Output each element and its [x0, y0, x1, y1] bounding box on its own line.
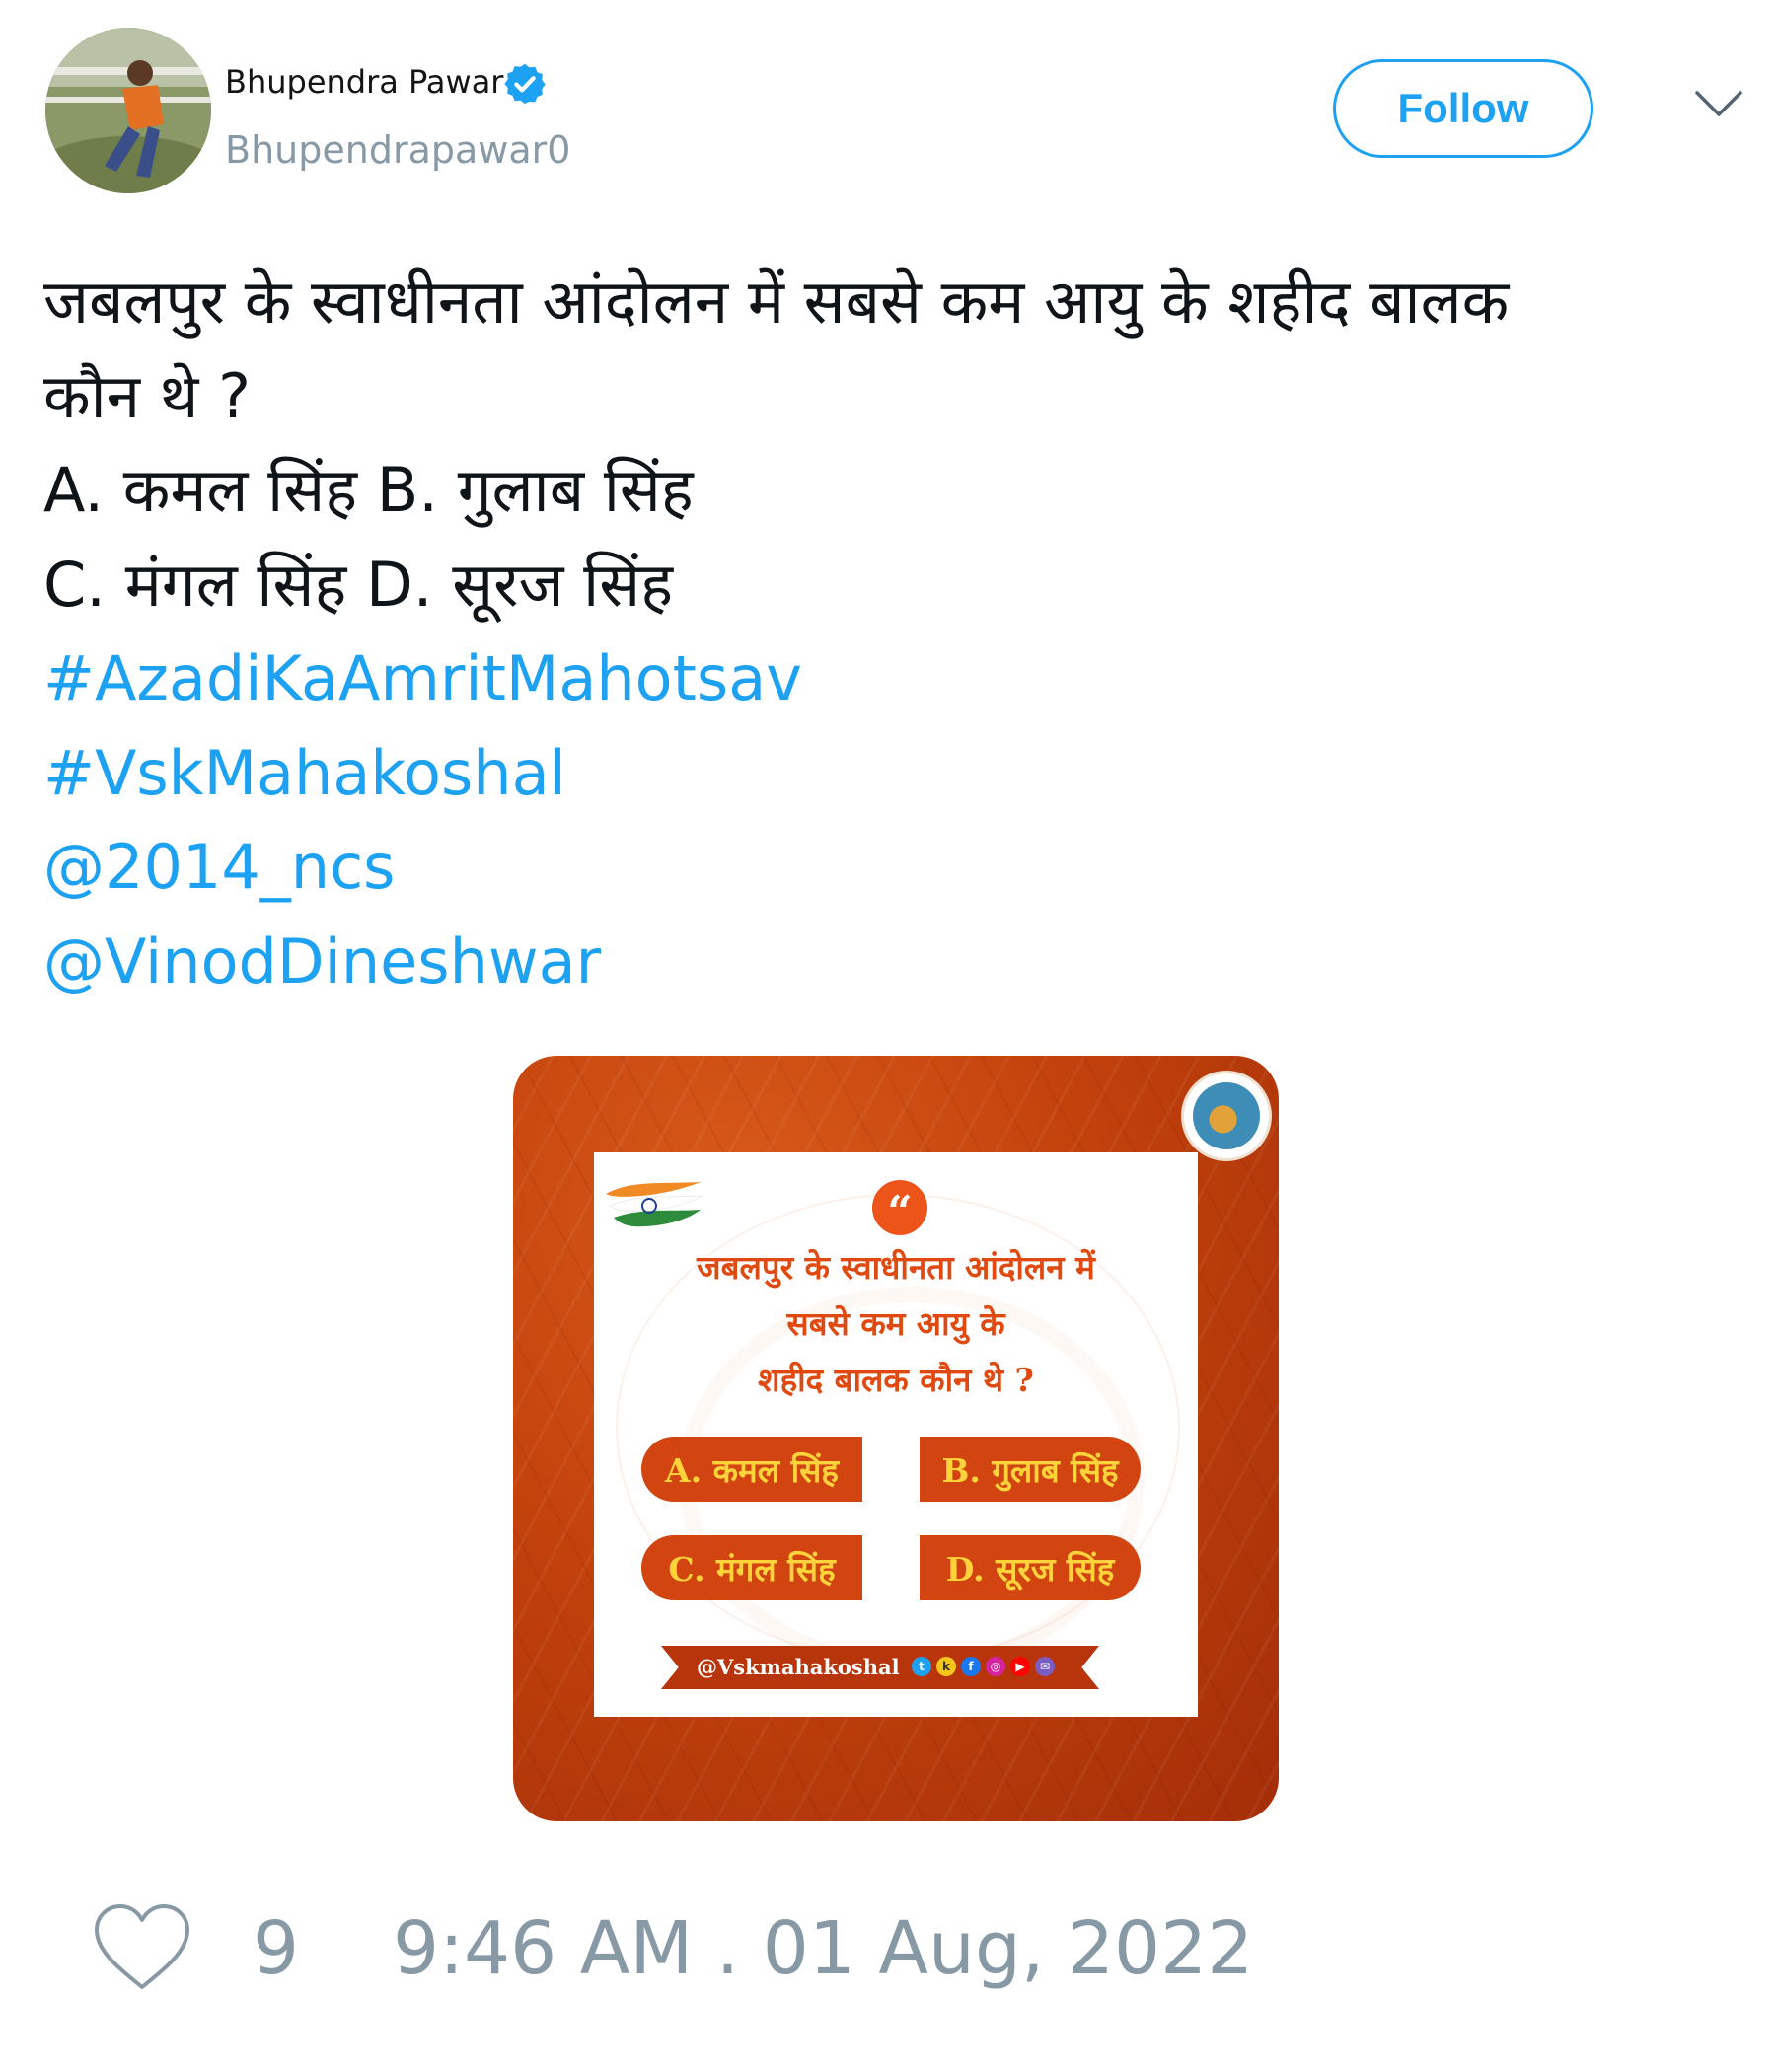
hashtag-link[interactable]: #VskMahakoshal [43, 726, 1740, 821]
like-count: 9 [253, 1906, 300, 1991]
option-c: C. मंगल सिंह [641, 1535, 862, 1600]
option-b: B. गुलाब सिंह [920, 1437, 1141, 1502]
avatar[interactable] [45, 28, 211, 193]
quiz-card: “ जबलपुर के स्वाधीनता आंदोलन में सबसे कम… [594, 1152, 1198, 1717]
quote-icon: “ [872, 1180, 927, 1237]
indian-flag-icon [606, 1182, 703, 1227]
avatar-photo [45, 28, 211, 193]
facebook-icon: f [961, 1657, 981, 1676]
mention-link[interactable]: @VinodDineshwar [43, 915, 1740, 1009]
ribbon-handle: @Vskmahakoshal [697, 1655, 900, 1679]
tweet-line: जबलपुर के स्वाधीनता आंदोलन में सबसे कम आ… [43, 265, 1510, 337]
tweet-line: C. मंगल सिंह D. सूरज सिंह [43, 548, 674, 621]
heart-icon[interactable] [91, 1902, 193, 1993]
mention-link[interactable]: @2014_ncs [43, 820, 1740, 915]
option-d: D. सूरज सिंह [920, 1535, 1141, 1600]
quiz-question: जबलपुर के स्वाधीनता आंदोलन में सबसे कम आ… [594, 1239, 1198, 1408]
option-a: A. कमल सिंह [641, 1437, 862, 1502]
hashtag-link[interactable]: #AzadiKaAmritMahotsav [43, 631, 1740, 726]
question-line: शहीद बालक कौन थे ? [758, 1361, 1034, 1399]
instagram-icon: ◎ [986, 1657, 1005, 1676]
tweet-media-image[interactable]: “ जबलपुर के स्वाधीनता आंदोलन में सबसे कम… [513, 1056, 1279, 1821]
tweet-text: जबलपुर के स्वाधीनता आंदोलन में सबसे कम आ… [43, 255, 1740, 1008]
youtube-icon: ▶ [1010, 1657, 1030, 1676]
tweet-line: कौन थे ? [43, 359, 252, 432]
handle-ribbon: @Vskmahakoshal t k f ◎ ▶ ✉ [661, 1646, 1099, 1689]
follow-button[interactable]: Follow [1333, 59, 1593, 158]
social-icons: t k f ◎ ▶ ✉ [912, 1657, 1055, 1676]
mail-icon: ✉ [1035, 1657, 1055, 1676]
koo-icon: k [936, 1657, 956, 1676]
verified-badge-icon [504, 63, 546, 105]
tweet-line: A. कमल सिंह B. गुलाब सिंह [43, 454, 694, 526]
question-line: सबसे कम आयु के [786, 1304, 1005, 1343]
display-name[interactable]: Bhupendra Pawar [225, 63, 503, 101]
question-line: जबलपुर के स्वाधीनता आंदोलन में [697, 1248, 1095, 1287]
vsk-logo [1184, 1073, 1269, 1158]
tweet-timestamp[interactable]: 9:46 AM . 01 Aug, 2022 [393, 1906, 1253, 1991]
user-handle[interactable]: Bhupendrapawar0 [225, 128, 570, 172]
twitter-icon: t [912, 1657, 931, 1676]
chevron-down-icon[interactable] [1693, 87, 1744, 120]
